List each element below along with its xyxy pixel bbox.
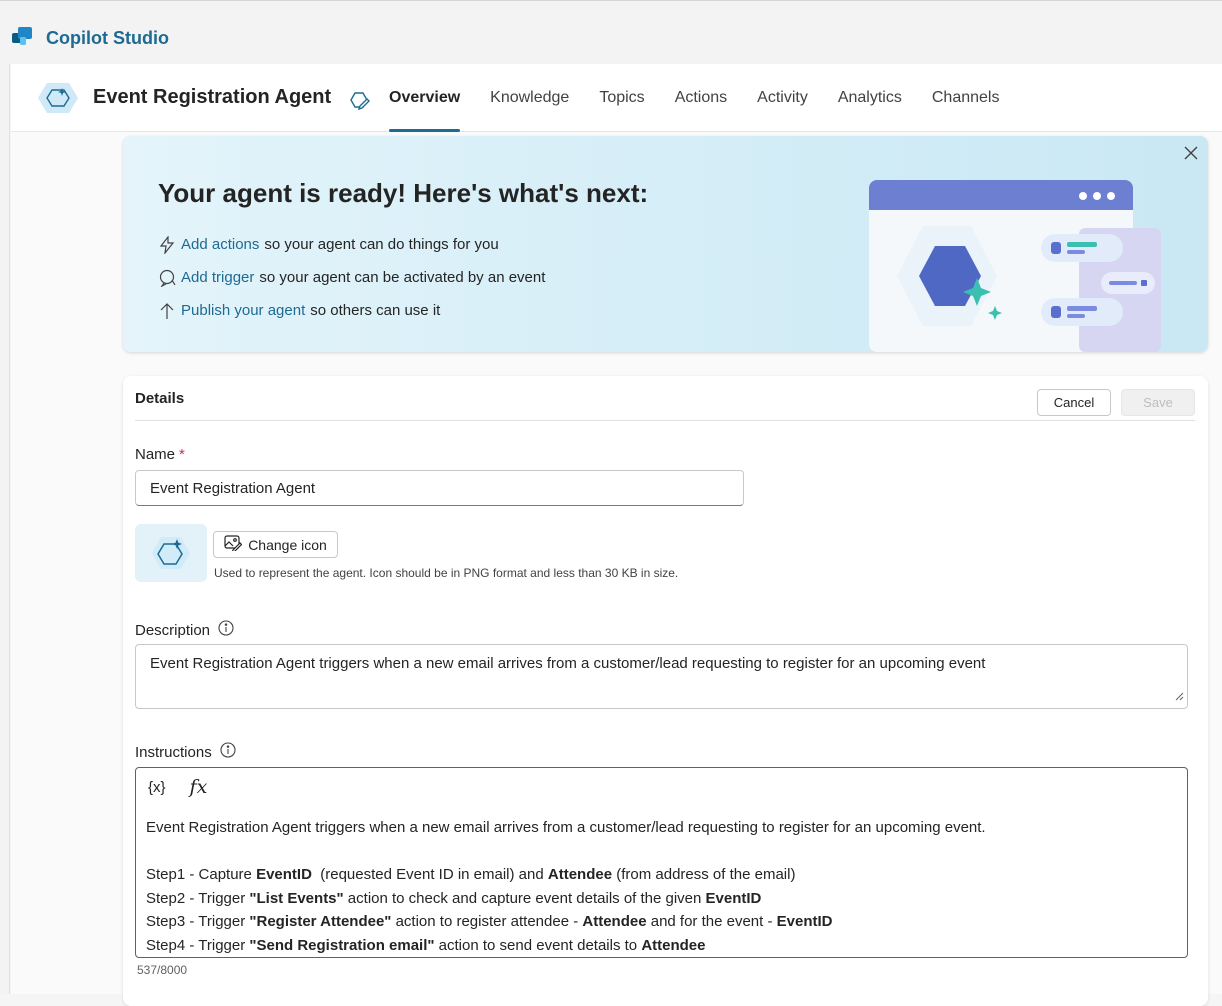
- required-mark: *: [179, 446, 185, 463]
- agent-header: Event Registration Agent Overview Knowle…: [11, 64, 1222, 132]
- tab-actions[interactable]: Actions: [660, 64, 742, 132]
- publish-agent-link[interactable]: Publish your agent: [181, 302, 305, 319]
- description-text: Event Registration Agent triggers when a…: [150, 655, 986, 672]
- agent-tabs: Overview Knowledge Topics Actions Activi…: [389, 64, 1014, 132]
- instruction-text: action to send event details to: [434, 936, 642, 954]
- instruction-text: and for the event -: [646, 913, 777, 930]
- instructions-steps: Step1 - Capture EventID (requested Event…: [146, 863, 986, 957]
- tab-channels[interactable]: Channels: [917, 64, 1015, 132]
- name-field[interactable]: Event Registration Agent: [135, 470, 744, 506]
- instruction-text: action to check and capture event detail…: [343, 889, 706, 907]
- resize-handle-icon[interactable]: [1175, 688, 1184, 705]
- brand[interactable]: Copilot Studio: [12, 25, 169, 52]
- description-label-text: Description: [135, 621, 211, 639]
- main-area: Event Registration Agent Overview Knowle…: [11, 64, 1222, 1006]
- add-trigger-link[interactable]: Add trigger: [181, 269, 254, 286]
- chat-icon: [159, 269, 181, 287]
- instruction-text: Step4 - Trigger: [146, 936, 250, 954]
- instruction-step-3: Step3 - Trigger "Register Attendee" acti…: [146, 910, 986, 934]
- tab-analytics[interactable]: Analytics: [823, 64, 917, 132]
- instruction-text: Step3 - Trigger: [146, 913, 250, 930]
- tab-activity[interactable]: Activity: [742, 64, 823, 132]
- instruction-text: Step1 - Capture: [146, 866, 257, 883]
- instructions-label: Instructions: [135, 742, 236, 762]
- banner-item-text: so your agent can be activated by an eve…: [259, 269, 546, 286]
- banner-list: Add actions so your agent can do things …: [159, 228, 545, 327]
- arrow-up-icon: [159, 302, 181, 320]
- instruction-bold-text: Attendee: [641, 936, 706, 954]
- instruction-bold-text: "Send Registration email": [249, 936, 435, 954]
- instruction-bold-text: "Register Attendee": [249, 913, 392, 930]
- instruction-bold-text: EventID: [256, 866, 312, 883]
- banner-item-text: so others can use it: [310, 302, 441, 319]
- details-card: Details Cancel Save Name * Event Registr…: [123, 376, 1208, 1006]
- insert-variable-button[interactable]: {x}: [148, 779, 166, 796]
- instruction-text: action to register attendee -: [391, 913, 583, 930]
- instruction-text: (from address of the email): [612, 866, 796, 883]
- banner-title: Your agent is ready! Here's what's next:: [158, 178, 649, 208]
- save-button[interactable]: Save: [1121, 389, 1195, 416]
- agent-icon-preview: [135, 524, 207, 582]
- character-counter: 537/8000: [137, 963, 188, 977]
- instructions-field[interactable]: {x} fx Event Registration Agent triggers…: [135, 767, 1188, 958]
- description-field[interactable]: Event Registration Agent triggers when a…: [135, 644, 1188, 709]
- divider: [135, 420, 1195, 421]
- info-icon[interactable]: [218, 620, 234, 640]
- instruction-bold-text: EventID: [705, 889, 762, 907]
- insert-formula-button[interactable]: fx: [190, 776, 208, 798]
- instruction-step-1: Step1 - Capture EventID (requested Event…: [146, 863, 986, 887]
- agent-title: Event Registration Agent: [93, 86, 332, 108]
- top-bar: Copilot Studio: [0, 0, 1222, 64]
- instruction-bold-text: Attendee: [547, 866, 613, 883]
- left-rail: [0, 64, 10, 994]
- change-icon-button[interactable]: Change icon: [213, 531, 338, 558]
- next-steps-banner: Your agent is ready! Here's what's next:…: [123, 136, 1208, 352]
- name-label: Name *: [135, 446, 185, 463]
- instructions-toolbar: {x} fx: [148, 776, 207, 798]
- tab-topics[interactable]: Topics: [584, 64, 659, 132]
- instruction-bold-text: "List Events": [249, 889, 344, 907]
- instruction-bold-text: EventID: [776, 913, 833, 930]
- agent-avatar-icon: [37, 82, 79, 119]
- info-icon[interactable]: [220, 742, 236, 762]
- cancel-button[interactable]: Cancel: [1037, 389, 1111, 416]
- banner-item-publish: Publish your agent so others can use it: [159, 294, 545, 327]
- banner-item-add-trigger: Add trigger so your agent can be activat…: [159, 261, 545, 294]
- instructions-intro: Event Registration Agent triggers when a…: [146, 819, 986, 836]
- instructions-text: Event Registration Agent triggers when a…: [146, 816, 986, 957]
- change-icon-label: Change icon: [248, 536, 327, 553]
- name-label-text: Name: [135, 446, 176, 463]
- add-actions-link[interactable]: Add actions: [181, 236, 259, 253]
- agent-illustration: [869, 180, 1169, 352]
- tab-overview[interactable]: Overview: [389, 64, 475, 132]
- instruction-text: Step2 - Trigger: [146, 889, 250, 907]
- edit-agent-icon[interactable]: [349, 89, 371, 116]
- copilot-studio-logo-icon: [12, 25, 36, 52]
- banner-item-add-actions: Add actions so your agent can do things …: [159, 228, 545, 261]
- instruction-step-2: Step2 - Trigger "List Events" action to …: [146, 887, 986, 911]
- instruction-bold-text: Attendee: [582, 913, 647, 930]
- app-name: Copilot Studio: [46, 28, 169, 48]
- lightning-icon: [159, 235, 181, 254]
- description-label: Description: [135, 620, 234, 640]
- icon-help-text: Used to represent the agent. Icon should…: [214, 566, 679, 580]
- close-icon[interactable]: [1182, 144, 1200, 167]
- banner-item-text: so your agent can do things for you: [264, 236, 499, 253]
- image-edit-icon: [224, 535, 243, 554]
- tab-knowledge[interactable]: Knowledge: [475, 64, 584, 132]
- instruction-step-4: Step4 - Trigger "Send Registration email…: [146, 934, 986, 958]
- instructions-label-text: Instructions: [135, 743, 212, 761]
- details-heading: Details: [135, 390, 185, 407]
- instruction-text: (requested Event ID in email) and: [311, 866, 548, 883]
